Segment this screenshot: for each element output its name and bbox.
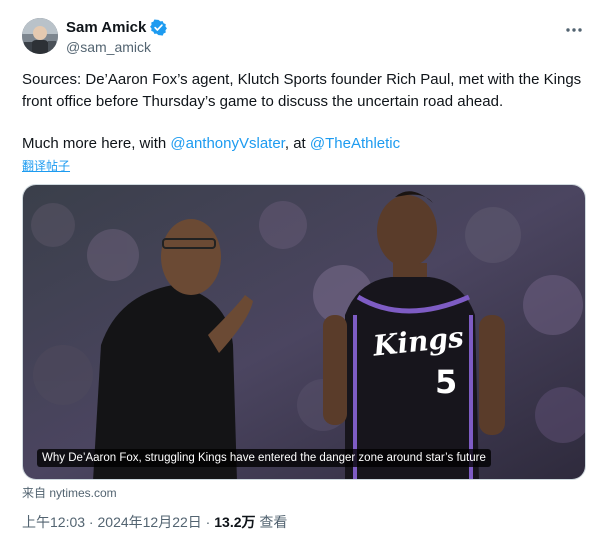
more-options-icon[interactable]	[562, 20, 586, 40]
tweet-time[interactable]: 上午12:03	[22, 514, 85, 530]
translate-post-link[interactable]: 翻译帖子	[22, 157, 70, 174]
paragraph-2-middle: , at	[284, 135, 310, 152]
link-card-image	[23, 185, 585, 479]
meta-separator: ·	[201, 514, 215, 530]
paragraph-2-prefix: Much more here, with	[22, 135, 171, 152]
author-block: Sam Amick @sam_amick	[66, 16, 168, 55]
tweet-date[interactable]: 2024年12月22日	[98, 514, 202, 530]
tweet-meta: 上午12:03 · 2024年12月22日 · 13.2万 查看	[22, 512, 287, 532]
author-handle[interactable]: @sam_amick	[66, 39, 167, 55]
tweet-header: Sam Amick @sam_amick	[22, 16, 588, 56]
verified-badge-icon	[150, 18, 168, 36]
views-label: 查看	[255, 514, 288, 530]
meta-separator: ·	[85, 514, 98, 530]
tweet-paragraph-2: Much more here, with @anthonyVslater, at…	[22, 133, 588, 155]
mention-anthonyvslater[interactable]: @anthonyVslater	[170, 135, 284, 152]
views-count: 13.2万	[214, 514, 256, 530]
link-card-source[interactable]: 来自 nytimes.com	[22, 484, 117, 501]
tweet-text: Sources: De’Aaron Fox’s agent, Klutch Sp…	[22, 69, 588, 155]
avatar-photo-icon	[22, 18, 58, 54]
tweet-paragraph-1: Sources: De’Aaron Fox’s agent, Klutch Sp…	[22, 71, 582, 110]
avatar[interactable]	[22, 18, 58, 54]
mention-theathletic[interactable]: @TheAthletic	[310, 135, 400, 152]
link-card-title: Why De’Aaron Fox, struggling Kings have …	[37, 449, 491, 467]
jersey-number: 5	[435, 363, 458, 401]
link-card[interactable]: Kings 5 Why De’Aaron Fox, struggling Kin…	[22, 184, 586, 480]
author-display-name[interactable]: Sam Amick	[66, 19, 146, 36]
